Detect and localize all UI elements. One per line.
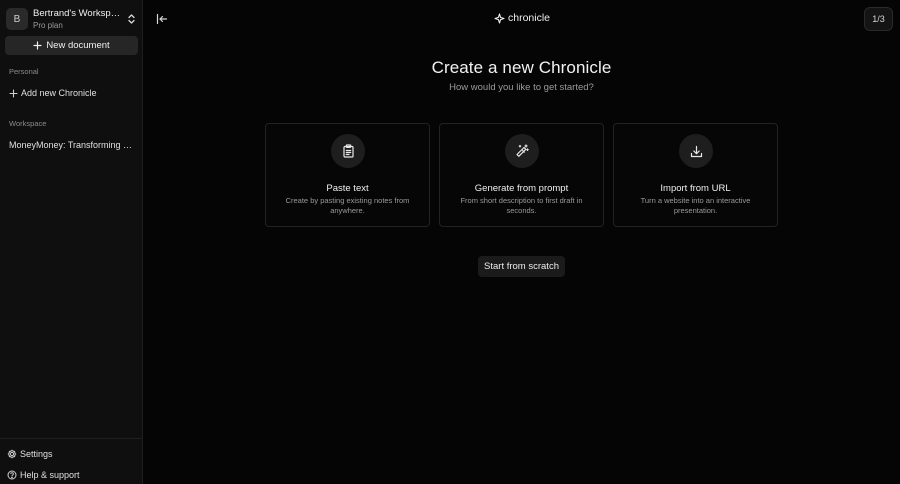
chevron-up-down-icon[interactable] — [125, 12, 137, 26]
collapse-sidebar-icon[interactable] — [155, 12, 169, 26]
section-label-personal: Personal — [9, 67, 39, 76]
option-card-title: Import from URL — [660, 183, 731, 194]
gear-icon — [7, 449, 17, 459]
sidebar-item-document[interactable]: MoneyMoney: Transforming Business — [9, 138, 136, 152]
new-document-button[interactable]: New document — [5, 36, 138, 55]
workspace-switcher[interactable]: B Bertrand's Workspace Pro plan — [6, 7, 137, 31]
download-icon — [679, 134, 713, 168]
help-icon — [7, 470, 17, 480]
option-card-description: Turn a website into an interactive prese… — [640, 196, 751, 215]
option-card-description: From short description to first draft in… — [460, 196, 583, 215]
sidebar-item-label: MoneyMoney: Transforming Business — [9, 140, 136, 150]
settings-link[interactable]: Settings — [7, 447, 135, 461]
sidebar-item-add-chronicle[interactable]: Add new Chronicle — [8, 86, 136, 100]
sparkle-icon — [494, 12, 505, 24]
brand-logo: chronicle — [494, 11, 550, 25]
sidebar: B Bertrand's Workspace Pro plan New docu… — [0, 0, 143, 484]
option-card-import-url[interactable]: Import from URL Turn a website into an i… — [613, 123, 778, 227]
section-label-workspace: Workspace — [9, 119, 47, 128]
start-from-scratch-button[interactable]: Start from scratch — [478, 256, 565, 277]
sidebar-footer: Settings Help & support — [0, 438, 142, 484]
workspace-text: Bertrand's Workspace Pro plan — [33, 8, 121, 31]
page-title: Create a new Chronicle — [431, 58, 612, 77]
workspace-plan: Pro plan — [33, 20, 63, 30]
clipboard-icon — [331, 134, 365, 168]
plus-icon — [8, 88, 18, 98]
option-card-generate-prompt[interactable]: Generate from prompt From short descript… — [439, 123, 604, 227]
workspace-name: Bertrand's Workspace — [33, 7, 121, 19]
page-counter[interactable]: 1/3 — [864, 7, 893, 31]
settings-label: Settings — [20, 449, 53, 459]
plus-icon — [33, 41, 42, 50]
option-card-paste-text[interactable]: Paste text Create by pasting existing no… — [265, 123, 430, 227]
sidebar-item-label: Add new Chronicle — [21, 88, 97, 98]
option-card-description: Create by pasting existing notes from an… — [285, 196, 410, 215]
workspace-avatar: B — [6, 8, 28, 30]
brand-name: chronicle — [508, 12, 551, 24]
page-subtitle: How would you like to get started? — [449, 82, 594, 93]
help-support-link[interactable]: Help & support — [7, 468, 135, 482]
option-card-title: Generate from prompt — [474, 183, 569, 194]
magic-wand-icon — [505, 134, 539, 168]
option-card-title: Paste text — [326, 183, 369, 194]
help-support-label: Help & support — [20, 470, 80, 480]
new-document-label: New document — [46, 40, 110, 51]
